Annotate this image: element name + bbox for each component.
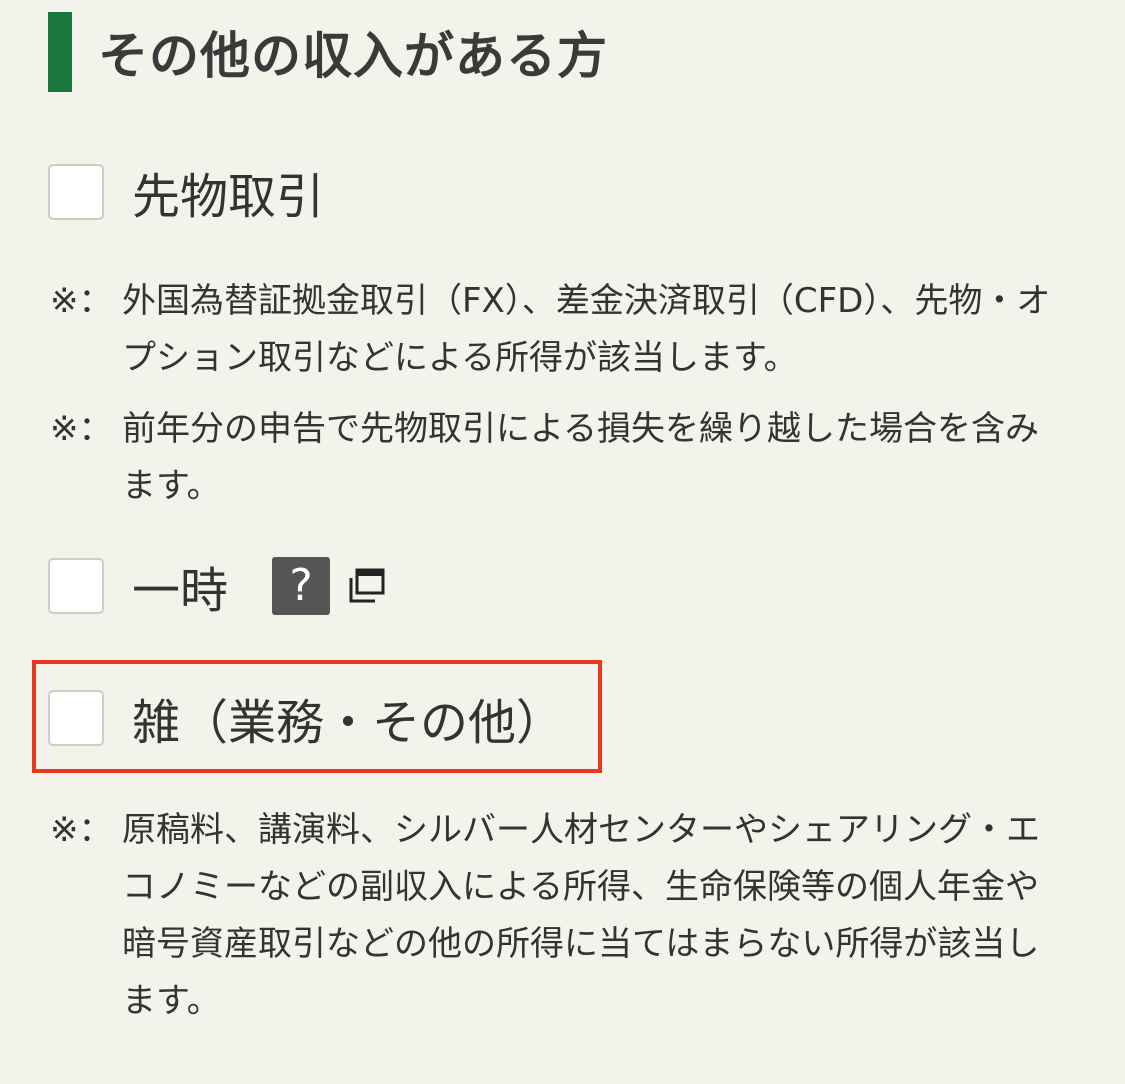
note-text: 外国為替証拠金取引（FX）、差金決済取引（CFD）、先物・オプション取引などによ…: [122, 281, 1051, 378]
option-temporary[interactable]: 一時 ?: [48, 556, 386, 619]
misc-checkbox[interactable]: [48, 690, 104, 746]
new-window-icon[interactable]: [348, 567, 386, 605]
note-text: 前年分の申告で先物取引による損失を繰り越した場合を含みます。: [122, 409, 1039, 506]
option-misc[interactable]: 雑（業務・その他）: [48, 688, 564, 751]
note-mark: ※：: [50, 281, 113, 321]
note-mark: ※：: [50, 409, 113, 449]
section-header: その他の収入がある方: [48, 12, 608, 92]
accent-bar: [48, 12, 72, 92]
misc-label[interactable]: 雑（業務・その他）: [132, 683, 564, 753]
futures-note-2: ※： 前年分の申告で先物取引による損失を繰り越した場合を含みます。: [50, 401, 1070, 515]
temporary-label[interactable]: 一時: [132, 551, 228, 621]
futures-checkbox[interactable]: [48, 164, 104, 220]
futures-note-1: ※： 外国為替証拠金取引（FX）、差金決済取引（CFD）、先物・オプション取引な…: [50, 273, 1070, 387]
note-text: 原稿料、講演料、シルバー人材センターやシェアリング・エコノミーなどの副収入による…: [122, 810, 1040, 1021]
misc-note-1: ※： 原稿料、講演料、シルバー人材センターやシェアリング・エコノミーなどの副収入…: [50, 802, 1070, 1030]
question-mark-icon[interactable]: ?: [272, 557, 331, 615]
futures-label[interactable]: 先物取引: [132, 157, 324, 227]
temporary-checkbox[interactable]: [48, 558, 104, 614]
note-mark: ※：: [50, 810, 113, 850]
section-title: その他の収入がある方: [98, 27, 608, 85]
option-futures[interactable]: 先物取引: [48, 162, 324, 225]
